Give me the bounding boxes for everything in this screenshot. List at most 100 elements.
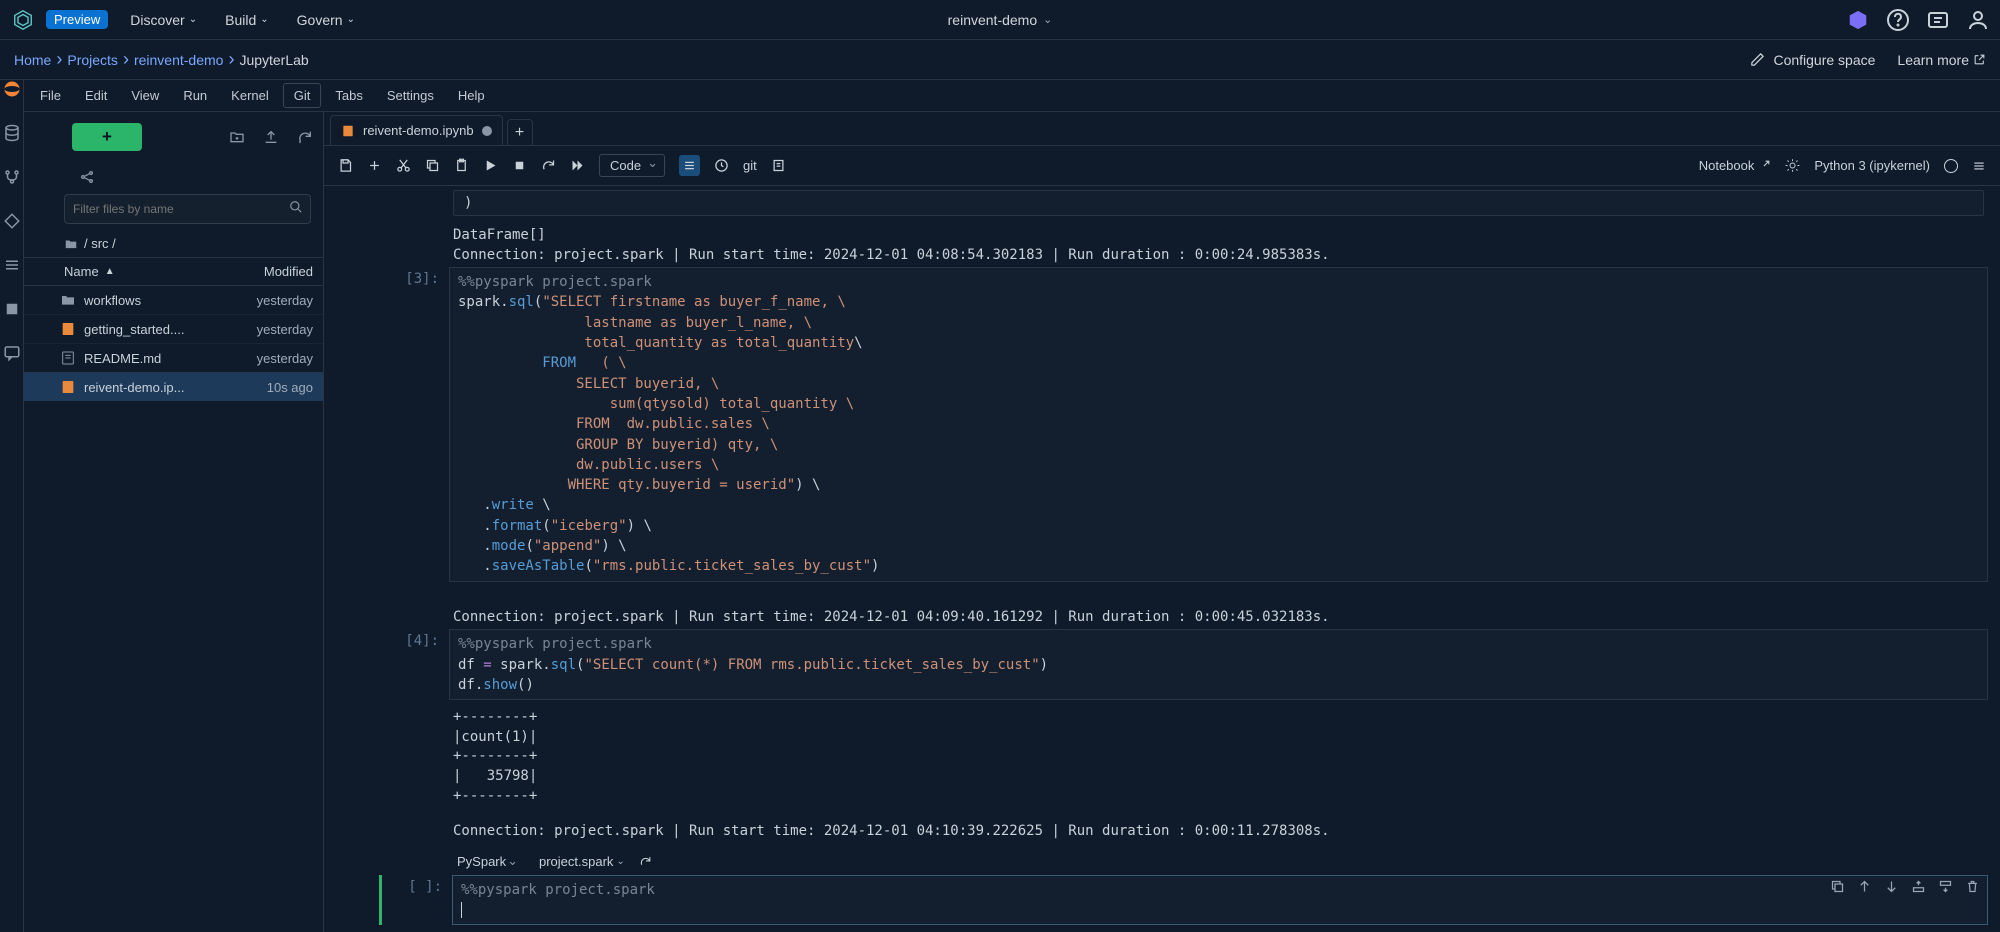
move-down-icon[interactable] <box>1884 879 1899 894</box>
project-dropdown-icon[interactable]: ⌄ <box>1043 13 1052 26</box>
kernel-name[interactable]: Python 3 (ipykernel) <box>1814 158 1930 173</box>
copy-icon[interactable] <box>425 158 440 173</box>
add-tab-button[interactable]: + <box>507 119 533 145</box>
folder-icon <box>64 237 78 251</box>
notebook-area: reivent-demo.ipynb + <box>324 112 2000 932</box>
configure-space-button[interactable]: Configure space <box>1750 52 1875 68</box>
cell-code-4[interactable]: %%pyspark project.spark df = spark.sql("… <box>449 629 1988 700</box>
external-link-icon <box>1973 53 1986 66</box>
upload-icon[interactable] <box>263 129 279 145</box>
col-name-header[interactable]: Name ▲ <box>64 264 223 279</box>
cell-connection-select[interactable]: project.spark <box>539 854 613 869</box>
help-icon[interactable] <box>1886 8 1910 32</box>
refresh-icon[interactable] <box>297 129 313 145</box>
col-modified-header[interactable]: Modified <box>223 264 313 279</box>
jupyter-icon[interactable] <box>3 80 21 98</box>
app-bar: Preview Discover⌄ Build⌄ Govern⌄ reinven… <box>0 0 2000 40</box>
discover-menu[interactable]: Discover⌄ <box>124 8 203 32</box>
code-cell-5-active[interactable]: [ ]: %%pyspark project.spark <box>379 875 2000 926</box>
run-all-icon[interactable] <box>570 158 585 173</box>
menu-help[interactable]: Help <box>448 84 495 107</box>
add-cell-icon[interactable] <box>367 158 382 173</box>
menu-file[interactable]: File <box>30 84 71 107</box>
code-cell-4[interactable]: [4]: %%pyspark project.spark df = spark.… <box>379 629 2000 700</box>
paste-icon[interactable] <box>454 158 469 173</box>
bug-icon[interactable] <box>1785 158 1800 173</box>
cut-icon[interactable] <box>396 158 411 173</box>
file-row-reinvent-demo[interactable]: reivent-demo.ip... 10s ago <box>24 372 323 401</box>
cell-prompt-4: [4]: <box>379 629 449 700</box>
clock-icon[interactable] <box>714 158 729 173</box>
breadcrumb-projects[interactable]: Projects <box>67 52 118 68</box>
menu-kernel[interactable]: Kernel <box>221 84 279 107</box>
cell-type-select[interactable]: Code <box>599 154 665 177</box>
file-row-readme[interactable]: README.md yesterday <box>24 343 323 372</box>
govern-menu[interactable]: Govern⌄ <box>291 8 361 32</box>
refresh-connection-icon[interactable] <box>639 855 652 868</box>
menu-run[interactable]: Run <box>173 84 217 107</box>
learn-more-button[interactable]: Learn more <box>1897 52 1986 68</box>
message-icon[interactable] <box>1926 8 1950 32</box>
cell-kernel-bar: PySpark project.spark ⌄ <box>379 844 2000 875</box>
save-icon[interactable] <box>338 158 353 173</box>
kernel-status-icon[interactable] <box>1944 159 1958 173</box>
download-icon[interactable] <box>771 158 786 173</box>
git-toolbar-icon[interactable]: git <box>743 158 757 173</box>
breadcrumb-home[interactable]: Home <box>14 52 51 68</box>
file-search-input[interactable] <box>64 194 311 224</box>
project-title[interactable]: reinvent-demo <box>948 12 1038 28</box>
search-icon <box>289 200 303 214</box>
menu-git[interactable]: Git <box>283 83 322 108</box>
menu-view[interactable]: View <box>121 84 169 107</box>
breadcrumb-project[interactable]: reinvent-demo <box>134 52 224 68</box>
branch-icon[interactable] <box>3 168 21 186</box>
insert-below-icon[interactable] <box>1938 879 1953 894</box>
comment-icon[interactable] <box>3 344 21 362</box>
resource-icon[interactable] <box>1846 8 1870 32</box>
duplicate-icon[interactable] <box>1830 879 1845 894</box>
stop-icon[interactable] <box>512 158 527 173</box>
insert-above-icon[interactable] <box>1911 879 1926 894</box>
pencil-icon <box>1750 52 1765 67</box>
share-icon[interactable] <box>79 169 95 185</box>
breadcrumb-sep: › <box>118 49 134 70</box>
cell-prompt-3: [3]: <box>379 267 449 581</box>
chevron-down-icon[interactable]: ⌄ <box>616 856 624 867</box>
notebook-cells: ) DataFrame[] Connection: project.spark … <box>324 186 2000 932</box>
new-launcher-button[interactable]: + <box>72 123 142 151</box>
restart-icon[interactable] <box>541 158 556 173</box>
menu-edit[interactable]: Edit <box>75 84 117 107</box>
cell-actions <box>1830 879 1980 894</box>
file-path[interactable]: / src / <box>24 230 323 257</box>
cell-kernel-select[interactable]: PySpark <box>453 852 525 871</box>
code-cell-3[interactable]: [3]: %%pyspark project.spark spark.sql("… <box>379 267 2000 581</box>
cell-code-5[interactable]: %%pyspark project.spark <box>452 875 1988 926</box>
run-icon[interactable] <box>483 158 498 173</box>
move-up-icon[interactable] <box>1857 879 1872 894</box>
notebook-tab-icon <box>341 124 355 138</box>
prior-cell-fragment: ) <box>453 190 1984 216</box>
file-browser: + / src / <box>24 112 324 932</box>
sagemaker-logo[interactable] <box>10 7 36 33</box>
user-icon[interactable] <box>1966 8 1990 32</box>
breadcrumb-sep: › <box>223 49 239 70</box>
file-row-getting-started[interactable]: getting_started.... yesterday <box>24 314 323 343</box>
output-icon[interactable] <box>679 155 700 176</box>
delete-icon[interactable] <box>1965 879 1980 894</box>
diamond-icon[interactable] <box>3 212 21 230</box>
database-icon[interactable] <box>3 124 21 142</box>
square-icon[interactable] <box>3 300 21 318</box>
notebook-tab[interactable]: reivent-demo.ipynb <box>330 115 503 145</box>
list-toggle-icon[interactable] <box>1972 159 1986 173</box>
output-cell-3: Connection: project.spark | Run start ti… <box>379 584 2000 630</box>
menu-settings[interactable]: Settings <box>377 84 444 107</box>
menu-tabs[interactable]: Tabs <box>325 84 372 107</box>
notebook-label[interactable]: Notebook <box>1699 158 1772 173</box>
file-row-workflows[interactable]: workflows yesterday <box>24 286 323 314</box>
list-icon[interactable] <box>3 256 21 274</box>
breadcrumb-current: JupyterLab <box>239 52 308 68</box>
cell-code-3[interactable]: %%pyspark project.spark spark.sql("SELEC… <box>449 267 1988 581</box>
new-folder-icon[interactable] <box>229 129 245 145</box>
tab-dirty-indicator[interactable] <box>482 126 492 136</box>
build-menu[interactable]: Build⌄ <box>219 8 275 32</box>
